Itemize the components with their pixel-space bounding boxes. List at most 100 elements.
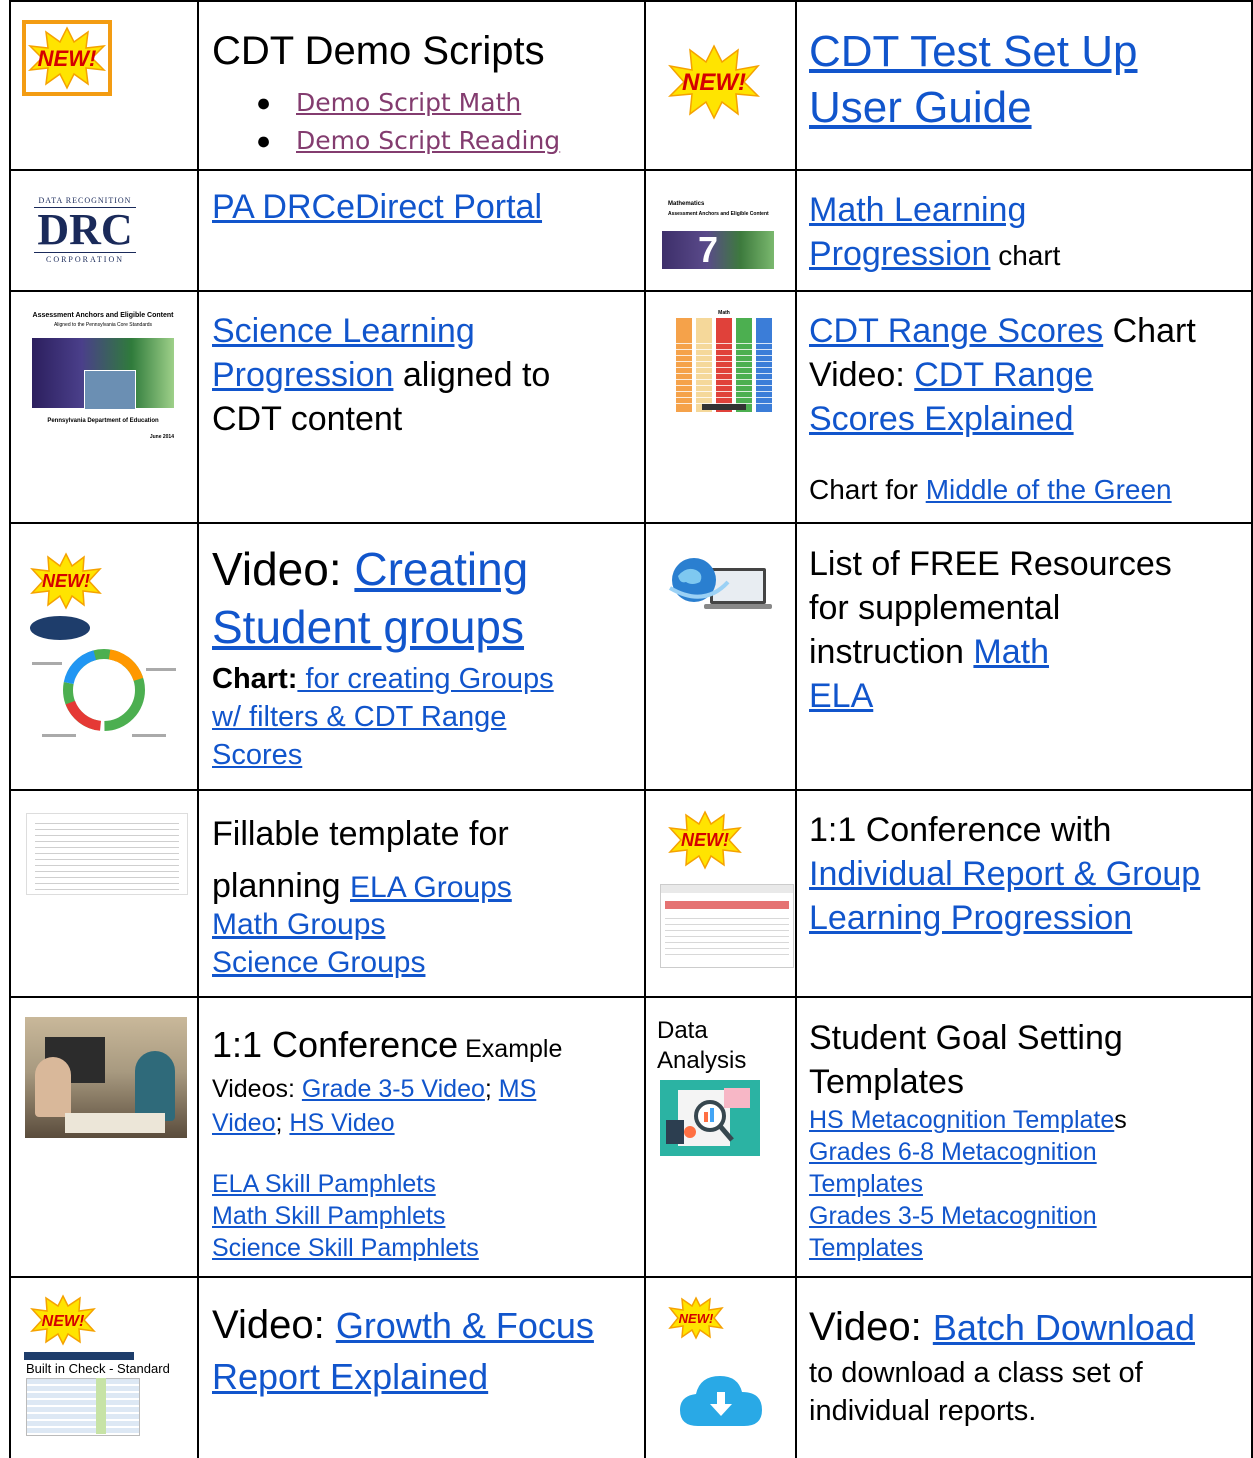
sci-thumb-subtitle: Aligned to the Pennsylvania Core Standar… [53,322,153,328]
globe-laptop-icon [668,558,772,609]
report-toolbar [661,885,793,893]
conference-video-photo [25,1017,187,1138]
cdt-content-text: CDT content [212,400,403,438]
photo-person-left [35,1057,71,1117]
cdt-range-video-link[interactable]: CDT Range [914,356,1093,394]
free-resources-math-link[interactable]: Math [973,633,1049,671]
range-scores-thumbnail: Math [672,310,776,414]
math-progression-link[interactable]: Progression [809,235,990,273]
math-skill-pamphlets-link[interactable]: Math Skill Pamphlets [212,1202,445,1230]
growth-focus-video-block: Video: Growth & Focus Report Explained [212,1300,594,1402]
math-anchors-thumbnail: Mathematics Assessment Anchors and Eligi… [662,193,774,269]
batch-desc-line2: to download a class set of [809,1357,1143,1389]
new-badge-text: NEW! [679,1311,714,1326]
range-footer [702,404,746,410]
cdt-test-setup-link[interactable]: CDT Test Set Up [809,27,1138,76]
ela-groups-link[interactable]: ELA Groups [350,871,512,904]
goal-setting-title: Student Goal Setting Templates [809,1016,1123,1104]
growth-thumb-title: Built in Check - Standard Error [26,1361,172,1376]
new-badge-text: NEW! [682,69,746,96]
data-analysis-line2: Analysis [657,1047,747,1074]
hs-video-link[interactable]: HS Video [289,1109,394,1137]
demo-script-list: ● Demo Script Math ● Demo Script Reading [256,84,560,160]
free-resources-ela-link[interactable]: ELA [809,677,873,715]
science-learning-link[interactable]: Science Learning [212,312,475,350]
pa-drcedirect-portal-link[interactable]: PA DRCeDirect Portal [212,188,542,226]
thumb-table [26,1378,140,1436]
individual-report-group-link[interactable]: Individual Report & Group [809,855,1200,893]
batch-download-link[interactable]: Batch Download [933,1307,1195,1348]
demo-script-list-item: ● Demo Script Math [256,84,560,122]
free-resources-block: List of FREE Resources for supplemental … [809,542,1172,718]
grid-vline [795,0,797,1458]
grid-hline [9,789,1253,791]
growth-focus-link[interactable]: Growth & Focus [336,1305,594,1346]
drc-logo-top-text: DATA RECOGNITION [38,196,132,205]
template-lines [35,818,179,890]
new-burst-icon: NEW! [668,810,742,870]
grid-vline [644,0,646,1458]
math-thumb-grade: 7 [698,229,719,269]
free-resources-line1: List of FREE Resources [809,545,1172,583]
individual-report-thumbnail [660,884,794,968]
chart-for-prefix: Chart for [809,474,926,505]
scores-link[interactable]: Scores [212,739,302,771]
new-burst-icon: NEW! [668,44,760,120]
conference-videos-block: Videos: Grade 3-5 Video; MS Video; HS Vi… [212,1072,536,1140]
grades-6-8-templates-link[interactable]: Templates [809,1170,923,1198]
learning-progression-link[interactable]: Learning Progression [809,899,1132,937]
scores-explained-link[interactable]: Scores Explained [809,400,1074,438]
conference-example-title: 1:1 Conference Example [212,1024,562,1065]
middle-of-the-green-link[interactable]: Middle of the Green [926,474,1172,505]
creating-groups-video-block: Video: Creating Student groups [212,540,528,656]
drc-logo-main-text: DRC [37,205,133,254]
grades-6-8-metacognition-link[interactable]: Grades 6-8 Metacognition [809,1138,1097,1166]
science-progression-block: Science Learning Progression aligned to … [212,309,550,441]
math-learning-link[interactable]: Math Learning [809,191,1026,229]
creating-link[interactable]: Creating [354,543,528,595]
grade-3-5-video-link[interactable]: Grade 3-5 Video [302,1075,485,1103]
user-guide-link[interactable]: User Guide [809,83,1032,132]
grades-3-5-metacognition-link[interactable]: Grades 3-5 Metacognition [809,1202,1097,1230]
goal-setting-line1: Student Goal Setting [809,1019,1123,1057]
ms-video-link-cont[interactable]: Video [212,1109,276,1137]
conference-report-block: 1:1 Conference with Individual Report & … [809,808,1200,940]
video-prefix: Video: [809,1305,933,1349]
batch-download-desc: to download a class set of individual re… [809,1354,1143,1430]
cdt-range-scores-link[interactable]: CDT Range Scores [809,312,1103,350]
ms-video-link[interactable]: MS [499,1075,537,1103]
student-groups-link[interactable]: Student groups [212,601,524,653]
science-progression-link[interactable]: Progression [212,356,393,394]
report-explained-link[interactable]: Report Explained [212,1356,488,1397]
new-burst-icon: NEW! [30,552,102,610]
new-burst-icon: NEW! [30,1294,96,1346]
grid-vline [197,0,199,1458]
batch-desc-line3: individual reports. [809,1395,1037,1427]
chart-suffix: Chart [1103,312,1196,350]
creating-groups-chart-link[interactable]: for creating Groups [297,663,553,695]
filters-range-link[interactable]: w/ filters & CDT Range [212,701,506,733]
conference-with-text: 1:1 Conference with [809,811,1112,849]
thumb-highlight [96,1378,106,1434]
new-burst-icon: NEW! [668,1296,724,1340]
separator: ; [484,1075,499,1103]
fillable-template-line1: Fillable template for [212,815,509,853]
hs-metacognition-link[interactable]: HS Metacognition Template [809,1106,1114,1134]
demo-script-list-item: ● Demo Script Reading [256,122,560,160]
free-resources-line2: for supplemental [809,589,1061,627]
science-groups-link[interactable]: Science Groups [212,946,425,979]
data-analysis-label: Data Analysis [657,1016,746,1076]
math-thumb-subtitle: Assessment Anchors and Eligible Content [668,211,769,217]
math-groups-link[interactable]: Math Groups [212,908,385,941]
cdt-test-setup-link-block: CDT Test Set Up User Guide [809,24,1138,136]
demo-script-reading-link[interactable]: Demo Script Reading [296,126,560,155]
cloud-download-icon [680,1376,762,1426]
cdt-demo-scripts-title: CDT Demo Scripts [212,29,545,73]
drc-logo-bottom-text: CORPORATION [45,255,124,264]
grades-3-5-templates-link[interactable]: Templates [809,1234,923,1262]
report-lines [665,913,789,959]
ela-skill-pamphlets-link[interactable]: ELA Skill Pamphlets [212,1170,436,1198]
math-learning-progression-block: Math Learning Progression chart [809,188,1060,278]
demo-script-math-link[interactable]: Demo Script Math [296,88,521,117]
science-skill-pamphlets-link[interactable]: Science Skill Pamphlets [212,1234,479,1262]
